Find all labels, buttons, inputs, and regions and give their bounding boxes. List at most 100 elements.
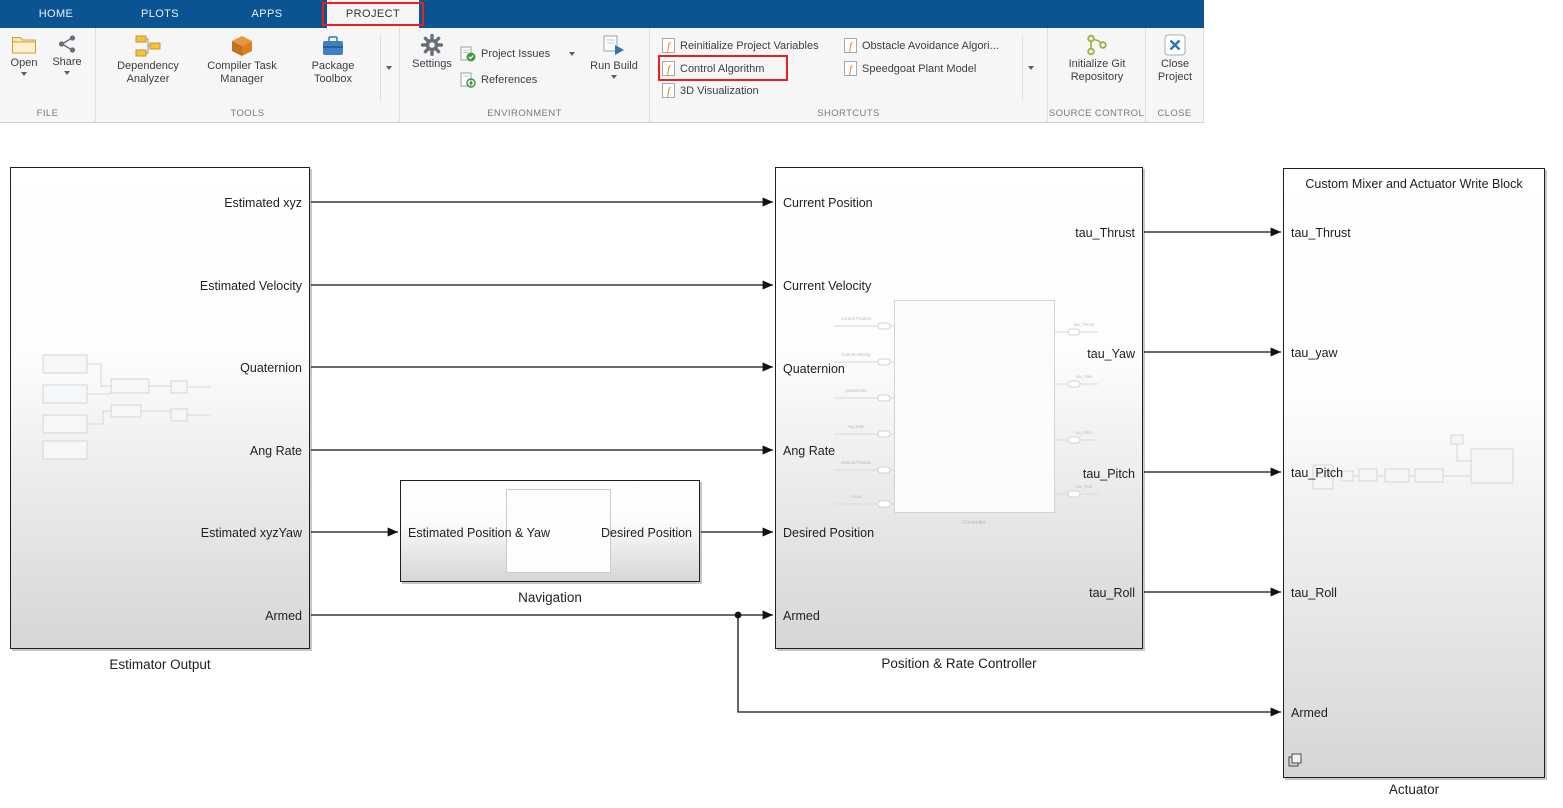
chevron-down-icon[interactable]: [64, 71, 70, 75]
inner-port-label: tau_Yaw: [1076, 374, 1093, 379]
initialize-git-repository-label: Initialize Git Repository: [1058, 58, 1136, 84]
shortcut-obstacle-avoidance[interactable]: f Obstacle Avoidance Algori...: [844, 35, 999, 56]
port-desired-position-out: Desired Position: [601, 526, 692, 540]
references-button[interactable]: References: [460, 70, 537, 90]
references-label: References: [481, 74, 537, 86]
shortcut-function-icon: f: [662, 83, 675, 98]
subsystem-badge-icon: [1288, 753, 1302, 772]
port-tau-thrust-in: tau_Thrust: [1291, 226, 1351, 240]
toolbox-icon: [321, 34, 345, 58]
ribbon-group-shortcuts: f Reinitialize Project Variables f Contr…: [650, 28, 1048, 122]
run-build-button[interactable]: Run Build: [584, 34, 644, 79]
simulink-project-window: HOME PLOTS APPS PROJECT Open Share F: [0, 0, 1563, 808]
port-current-position: Current Position: [783, 196, 873, 210]
ribbon-group-environment: Settings Project Issues References Run: [400, 28, 650, 122]
settings-label: Settings: [412, 58, 452, 71]
inner-port-label: Current Position: [841, 316, 872, 321]
actuator-title: Custom Mixer and Actuator Write Block: [1284, 177, 1544, 191]
project-issues-label: Project Issues: [481, 48, 550, 60]
group-label-file: FILE: [0, 108, 95, 119]
actuator-preview: [1311, 431, 1526, 526]
tab-apps[interactable]: APPS: [228, 0, 306, 28]
port-desired-position: Desired Position: [783, 526, 874, 540]
shortcut-reinitialize-project-variables[interactable]: f Reinitialize Project Variables: [662, 35, 819, 56]
compiler-task-manager-label: Compiler Task Manager: [200, 60, 284, 86]
ribbon-group-close: Close Project CLOSE: [1146, 28, 1204, 122]
block-actuator[interactable]: Custom Mixer and Actuator Write Block ta…: [1283, 168, 1545, 778]
inner-port-label: Armed: [850, 494, 863, 499]
group-label-shortcuts: SHORTCUTS: [650, 108, 1047, 119]
port-tau-pitch-in: tau_Pitch: [1291, 466, 1343, 480]
ribbon-toolstrip: Open Share FILE Dependency Analyzer: [0, 28, 1204, 123]
port-current-velocity: Current Velocity: [783, 279, 871, 293]
tab-project[interactable]: PROJECT: [327, 0, 419, 28]
branch-point: [735, 612, 742, 619]
port-tau-yaw-out: tau_Yaw: [1087, 347, 1135, 361]
port-tau-roll-out: tau_Roll: [1089, 586, 1135, 600]
ribbon-group-tools: Dependency Analyzer Compiler Task Manage…: [96, 28, 400, 122]
port-estimated-position-yaw: Estimated Position & Yaw: [408, 526, 550, 540]
block-estimator-output[interactable]: Estimated xyz Estimated Velocity Quatern…: [10, 167, 310, 649]
close-project-button[interactable]: Close Project: [1148, 34, 1202, 84]
ribbon-group-file: Open Share FILE: [0, 28, 96, 122]
project-issues-icon: [460, 46, 476, 62]
shortcut-function-icon: f: [844, 38, 857, 53]
shortcut-function-icon: f: [662, 38, 675, 53]
shortcut-function-icon: f: [844, 61, 857, 76]
share-icon: [57, 34, 77, 54]
run-build-label: Run Build: [590, 60, 638, 73]
package-toolbox-button[interactable]: Package Toolbox: [290, 34, 376, 86]
port-armed-actuator: Armed: [1291, 706, 1328, 720]
chevron-down-icon[interactable]: [21, 72, 27, 76]
share-label: Share: [52, 56, 81, 69]
group-label-close: CLOSE: [1146, 108, 1203, 119]
block-name-actuator: Actuator: [1283, 782, 1545, 797]
block-position-rate-controller[interactable]: Current Position Current Velocity Quater…: [775, 167, 1143, 649]
block-name-navigation: Navigation: [400, 590, 700, 605]
group-label-environment: ENVIRONMENT: [400, 108, 649, 119]
dependency-analyzer-button[interactable]: Dependency Analyzer: [102, 34, 194, 86]
close-project-label: Close Project: [1150, 58, 1200, 84]
initialize-git-repository-button[interactable]: Initialize Git Repository: [1058, 34, 1136, 84]
compiler-task-manager-button[interactable]: Compiler Task Manager: [196, 34, 288, 86]
tab-home[interactable]: HOME: [18, 0, 94, 28]
inner-port-label: tau_Pitch: [1075, 430, 1093, 435]
open-button[interactable]: Open: [5, 34, 43, 76]
compiler-cube-icon: [230, 34, 254, 58]
share-button[interactable]: Share: [47, 34, 87, 75]
shortcut-speedgoat-plant-model[interactable]: f Speedgoat Plant Model: [844, 58, 976, 79]
tools-gallery-expand-button[interactable]: [380, 36, 397, 100]
block-navigation[interactable]: Estimated Position & Yaw Desired Positio…: [400, 480, 700, 582]
port-estimated-xyz: Estimated xyz: [224, 196, 302, 210]
port-estimated-xyzyaw: Estimated xyzYaw: [201, 526, 302, 540]
port-tau-roll-in: tau_Roll: [1291, 586, 1337, 600]
inner-port-label: Ang Rate: [847, 424, 865, 429]
inner-port-label: Current Velocity: [841, 352, 871, 357]
block-name-controller: Position & Rate Controller: [775, 656, 1143, 671]
controller-preview: Current Position Current Velocity Quater…: [806, 298, 1136, 538]
chevron-down-icon[interactable]: [611, 75, 617, 79]
project-issues-button[interactable]: Project Issues: [460, 44, 575, 64]
run-build-icon: [602, 34, 626, 58]
group-label-source-control: SOURCE CONTROL: [1048, 108, 1145, 119]
port-estimated-velocity: Estimated Velocity: [200, 279, 302, 293]
shortcuts-gallery-expand-button[interactable]: [1022, 36, 1039, 100]
shortcut-label: 3D Visualization: [680, 85, 759, 97]
inner-block-label: Controller: [962, 520, 986, 526]
references-icon: [460, 72, 476, 88]
toolstrip-tab-bar: HOME PLOTS APPS PROJECT: [0, 0, 1204, 28]
shortcut-label: Speedgoat Plant Model: [862, 63, 976, 75]
dependency-analyzer-icon: [135, 34, 161, 58]
tab-plots[interactable]: PLOTS: [118, 0, 202, 28]
gear-icon: [421, 34, 443, 56]
estimator-preview: [41, 349, 236, 469]
port-quaternion-in: Quaternion: [783, 362, 845, 376]
shortcut-3d-visualization[interactable]: f 3D Visualization: [662, 80, 759, 101]
close-project-icon: [1164, 34, 1186, 56]
settings-button[interactable]: Settings: [408, 34, 456, 71]
open-folder-icon: [11, 34, 37, 55]
shortcut-control-algorithm[interactable]: f Control Algorithm: [662, 58, 764, 79]
package-toolbox-label: Package Toolbox: [298, 60, 368, 86]
shortcut-label: Control Algorithm: [680, 63, 764, 75]
chevron-down-icon[interactable]: [569, 52, 575, 56]
